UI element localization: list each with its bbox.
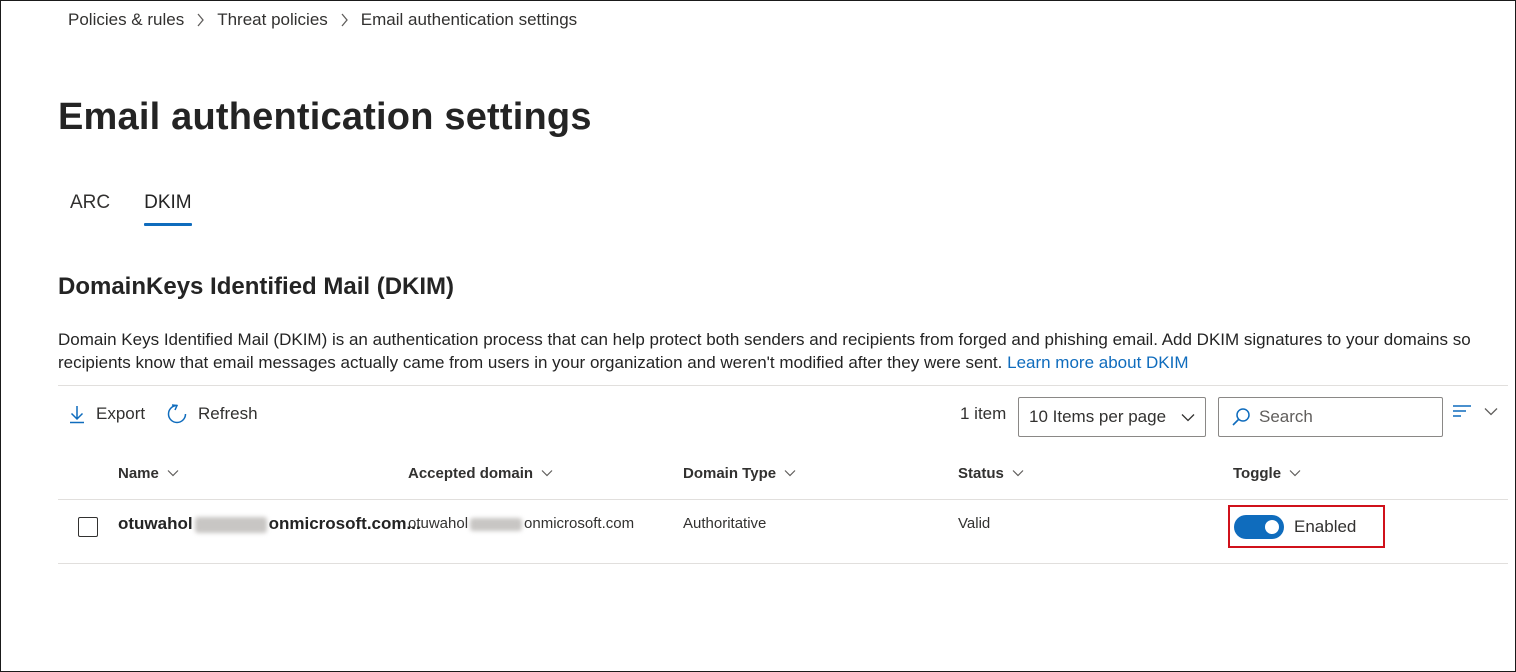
description-text: Domain Keys Identified Mail (DKIM) is an…	[58, 330, 1471, 372]
domain-prefix: otuwahol	[408, 515, 469, 532]
breadcrumb: Policies & rules Threat policies Email a…	[68, 9, 577, 31]
row-checkbox[interactable]	[78, 517, 98, 537]
filter-lines-icon	[1453, 405, 1471, 417]
refresh-icon	[167, 404, 187, 424]
chevron-down-icon	[167, 470, 179, 477]
divider	[58, 499, 1508, 500]
column-header-toggle[interactable]: Toggle	[1233, 463, 1301, 483]
chevron-down-icon	[541, 470, 553, 477]
domain-type-cell: Authoritative	[683, 515, 767, 532]
column-header-status[interactable]: Status	[958, 463, 1024, 483]
column-header-label: Name	[118, 464, 159, 482]
divider	[58, 385, 1508, 386]
toggle-cell-highlight: Enabled	[1228, 505, 1385, 548]
tab-arc[interactable]: ARC	[58, 188, 122, 226]
chevron-right-icon	[340, 13, 349, 27]
learn-more-link[interactable]: Learn more about DKIM	[1007, 353, 1188, 372]
items-per-page-dropdown[interactable]: 10 Items per page	[1018, 397, 1206, 437]
chevron-down-icon	[1289, 470, 1301, 477]
refresh-label: Refresh	[198, 404, 258, 423]
chevron-down-icon	[1484, 407, 1498, 415]
toggle-label: Enabled	[1294, 516, 1357, 536]
section-description: Domain Keys Identified Mail (DKIM) is an…	[58, 328, 1498, 374]
breadcrumb-threat-policies[interactable]: Threat policies	[217, 10, 328, 30]
tab-list: ARC DKIM	[58, 188, 204, 226]
column-header-domain-type[interactable]: Domain Type	[683, 463, 796, 483]
column-header-label: Accepted domain	[408, 464, 534, 482]
chevron-down-icon	[1012, 470, 1024, 477]
refresh-button[interactable]: Refresh	[166, 400, 258, 428]
status-cell: Valid	[958, 515, 991, 532]
breadcrumb-email-auth-settings[interactable]: Email authentication settings	[361, 10, 577, 30]
breadcrumb-policies-rules[interactable]: Policies & rules	[68, 10, 184, 30]
page-title: Email authentication settings	[58, 96, 592, 138]
chevron-down-icon	[1181, 413, 1195, 421]
toggle-knob	[1265, 519, 1279, 534]
search-icon	[1232, 408, 1250, 426]
accepted-domain-cell: otuwahol onmicrosoft.com	[408, 515, 634, 532]
redacted-text	[194, 516, 267, 533]
filter-button[interactable]	[1452, 403, 1498, 419]
export-button[interactable]: Export	[68, 400, 145, 428]
column-header-label: Toggle	[1233, 464, 1282, 482]
column-header-name[interactable]: Name	[118, 463, 179, 483]
redacted-text	[470, 517, 523, 531]
search-box[interactable]	[1218, 397, 1443, 437]
column-header-accepted-domain[interactable]: Accepted domain	[408, 463, 553, 483]
divider	[58, 563, 1508, 564]
section-title: DomainKeys Identified Mail (DKIM)	[58, 273, 455, 300]
items-per-page-value: 10 Items per page	[1029, 407, 1167, 426]
column-header-label: Domain Type	[683, 464, 777, 482]
dkim-enabled-toggle[interactable]	[1234, 514, 1284, 539]
domain-suffix: onmicrosoft.com	[524, 515, 635, 532]
chevron-right-icon	[196, 13, 205, 27]
chevron-down-icon	[784, 470, 796, 477]
item-count: 1 item	[960, 404, 1007, 423]
name-prefix: otuwahol	[118, 514, 193, 533]
column-header-label: Status	[958, 464, 1004, 482]
domain-name-link[interactable]: otuwahol onmicrosoft.com...	[118, 514, 421, 534]
export-label: Export	[96, 404, 146, 423]
name-suffix: onmicrosoft.com...	[268, 514, 421, 533]
tab-dkim[interactable]: DKIM	[132, 188, 204, 226]
search-input[interactable]	[1259, 407, 1419, 427]
download-icon	[70, 406, 84, 424]
